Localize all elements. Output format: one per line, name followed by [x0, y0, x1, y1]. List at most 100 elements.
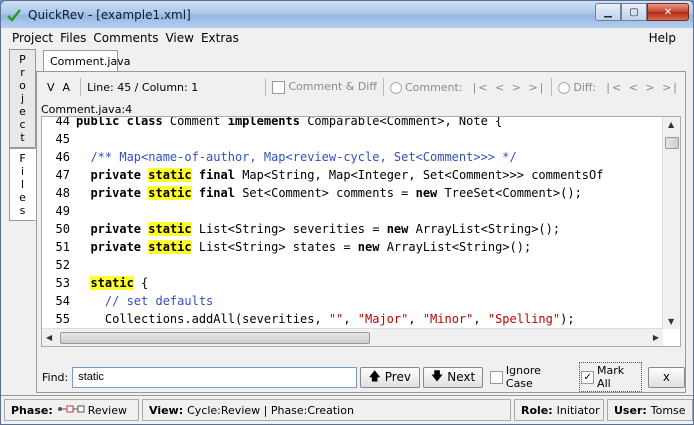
- code-line[interactable]: 44 public class Comment implements Compar…: [42, 116, 661, 130]
- arrow-up-icon: 🡅: [368, 368, 381, 383]
- menu-project[interactable]: Project: [12, 31, 53, 45]
- code-text[interactable]: public class Comment implements Comparab…: [76, 117, 502, 130]
- code-line[interactable]: 55 Collections.addAll(severities, "", "M…: [42, 310, 661, 328]
- find-close-button[interactable]: x: [647, 366, 685, 388]
- code-line[interactable]: 48 private static final Set<Comment> com…: [42, 184, 661, 202]
- line-number: 46: [55, 150, 70, 164]
- close-icon: ✕: [663, 6, 673, 18]
- ignore-case-checkbox[interactable]: [490, 370, 503, 384]
- view-value: Cycle:Review | Phase:Creation: [187, 403, 354, 417]
- scroll-up-icon[interactable]: ▲: [668, 120, 674, 129]
- code-line[interactable]: 50 private static List<String> severitie…: [42, 220, 661, 238]
- phase-label: Phase:: [11, 403, 53, 417]
- title-bar[interactable]: QuickRev - [example1.xml] ▁ ▢ ✕: [1, 1, 693, 28]
- diff-first-button[interactable]: |<: [606, 81, 623, 94]
- line-number: 52: [55, 258, 70, 272]
- scroll-left-icon[interactable]: ◀: [46, 333, 52, 342]
- mark-all-label: Mark All: [597, 364, 625, 390]
- side-tab-char: r: [20, 66, 25, 79]
- code-line[interactable]: 53 static {: [42, 274, 661, 292]
- line-number: 44: [55, 116, 70, 128]
- find-label: Find:: [42, 370, 69, 384]
- comment-nav-label: Comment:: [404, 80, 463, 94]
- menu-extras[interactable]: Extras: [201, 31, 239, 45]
- code-line[interactable]: 49: [42, 202, 661, 220]
- code-text[interactable]: private static List<String> severities =…: [76, 220, 560, 238]
- side-tab-char: c: [19, 118, 26, 131]
- side-tab-char: t: [20, 131, 25, 144]
- code-line[interactable]: 52: [42, 256, 661, 274]
- file-tab-comment-java[interactable]: Comment.java: [43, 50, 130, 72]
- vertical-scroll-thumb[interactable]: [665, 137, 679, 149]
- diff-radio[interactable]: [558, 81, 571, 94]
- window-title: QuickRev - [example1.xml]: [28, 7, 191, 22]
- mark-all-option[interactable]: ✓ Mark All: [579, 362, 642, 392]
- find-input[interactable]: [72, 366, 357, 388]
- code-line[interactable]: 45: [42, 130, 661, 148]
- code-text[interactable]: /** Map<name-of-author, Map<review-cycle…: [76, 148, 516, 166]
- comment-nav-buttons: |< < > >|: [473, 81, 546, 94]
- user-value: Tomse: [650, 403, 686, 417]
- app-window: QuickRev - [example1.xml] ▁ ▢ ✕ Project …: [0, 0, 694, 425]
- app-check-icon: [6, 7, 22, 23]
- diff-last-button[interactable]: >|: [662, 81, 679, 94]
- view-label: View:: [149, 403, 184, 417]
- maximize-button[interactable]: ▢: [621, 3, 647, 21]
- code-lines[interactable]: 44 public class Comment implements Compar…: [42, 116, 661, 346]
- comment-diff-checkbox[interactable]: [272, 80, 286, 94]
- line-number: 54: [55, 294, 70, 308]
- code-line[interactable]: 46 /** Map<name-of-author, Map<review-cy…: [42, 148, 661, 166]
- code-text[interactable]: private static final Map<String, Map<Int…: [76, 166, 603, 184]
- horizontal-scrollbar[interactable]: ◀ ▶: [42, 328, 663, 346]
- role-value: Initiator: [556, 403, 600, 417]
- maximize-icon: ▢: [629, 6, 639, 18]
- ignore-case-label: Ignore Case: [505, 364, 541, 390]
- menu-files[interactable]: Files: [60, 31, 86, 45]
- find-bar: Find: 🡅Prev 🡇Next Ignore Case ✓ Mark All…: [37, 362, 685, 392]
- arrow-down-icon: 🡇: [430, 368, 444, 383]
- line-number: 53: [55, 276, 70, 290]
- diff-prev-button[interactable]: <: [629, 81, 640, 94]
- code-text[interactable]: Collections.addAll(severities, "", "Majo…: [76, 310, 575, 328]
- scroll-right-icon[interactable]: ▶: [653, 333, 659, 342]
- menu-comments[interactable]: Comments: [93, 31, 158, 45]
- find-next-button[interactable]: 🡇 Next: [422, 366, 484, 388]
- editor-toolbar: V A Line: 45 / Column: 1 Comment & Diff …: [43, 78, 679, 96]
- comment-prev-button[interactable]: <: [495, 81, 506, 94]
- diff-next-button[interactable]: >: [645, 81, 656, 94]
- code-line[interactable]: 47 private static final Map<String, Map<…: [42, 166, 661, 184]
- line-number: 48: [55, 186, 70, 200]
- a-button[interactable]: A: [59, 81, 75, 94]
- diff-nav-buttons: |< < > >|: [606, 81, 679, 94]
- mark-all-checkbox[interactable]: ✓: [581, 370, 595, 384]
- comment-diff-toggle[interactable]: Comment & Diff: [272, 80, 377, 94]
- code-text[interactable]: private static List<String> states = new…: [76, 238, 531, 256]
- horizontal-scroll-thumb[interactable]: [60, 332, 370, 344]
- side-tab-char: j: [20, 92, 25, 105]
- menu-view[interactable]: View: [165, 31, 193, 45]
- code-text[interactable]: private static final Set<Comment> commen…: [76, 184, 582, 202]
- code-line[interactable]: 54 // set defaults: [42, 292, 661, 310]
- comment-next-button[interactable]: >: [512, 81, 523, 94]
- code-text[interactable]: static {: [76, 274, 148, 292]
- side-tab-project[interactable]: P r o j e c t: [9, 49, 36, 148]
- ignore-case-option[interactable]: Ignore Case: [490, 364, 569, 390]
- comment-radio[interactable]: [389, 81, 402, 94]
- v-button[interactable]: V: [43, 81, 59, 94]
- side-tab-files[interactable]: F i l e s: [9, 148, 36, 221]
- code-text[interactable]: // set defaults: [76, 292, 213, 310]
- vertical-scrollbar[interactable]: ▲ ▼: [662, 117, 680, 329]
- code-line[interactable]: 51 private static List<String> states = …: [42, 238, 661, 256]
- comment-last-button[interactable]: >|: [528, 81, 545, 94]
- line-number: 55: [55, 312, 70, 326]
- menu-help[interactable]: Help: [649, 31, 676, 45]
- minimize-button[interactable]: ▁: [595, 3, 621, 21]
- find-prev-button[interactable]: 🡅 Prev: [359, 366, 420, 388]
- comment-first-button[interactable]: |<: [473, 81, 490, 94]
- code-editor[interactable]: 44 public class Comment implements Compar…: [41, 116, 681, 347]
- side-tab-char: e: [19, 105, 26, 118]
- cursor-position: Line: 45 / Column: 1: [87, 80, 199, 94]
- scroll-down-icon[interactable]: ▼: [668, 317, 674, 326]
- close-button[interactable]: ✕: [647, 3, 689, 21]
- side-tab-char: l: [20, 178, 25, 191]
